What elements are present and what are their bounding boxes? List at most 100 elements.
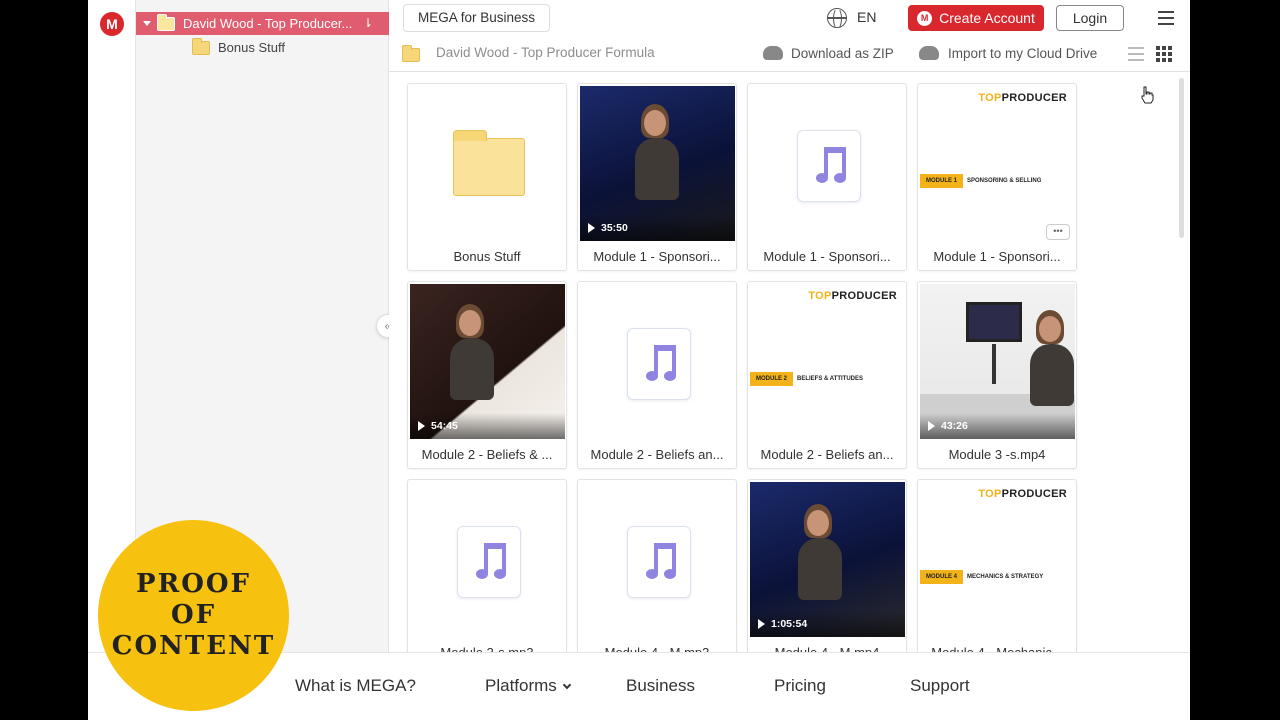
duration-label: 35:50: [588, 222, 628, 234]
module-tag: MODULE 1 SPONSORING & SELLING: [920, 174, 1041, 188]
create-account-label: Create Account: [939, 10, 1035, 26]
tree-root-label: David Wood - Top Producer...: [183, 16, 353, 31]
file-name: Module 3 -s.mp4: [948, 447, 1046, 462]
more-options-button[interactable]: •••: [1046, 224, 1070, 240]
badge-line-2: OF: [170, 600, 217, 630]
path-bar: David Wood - Top Producer Formula Downlo…: [389, 36, 1190, 72]
file-name: Bonus Stuff: [453, 249, 521, 264]
file-thumbnail: 1:05:45: [580, 482, 735, 637]
presenter-body: [1030, 344, 1074, 406]
file-card[interactable]: 35:45 Module 1 - Sponsori...: [747, 83, 907, 271]
current-folder-name: David Wood - Top Producer Formula: [436, 45, 655, 60]
nav-platforms-label: Platforms: [485, 676, 557, 695]
presenter-body: [450, 338, 494, 400]
hand-cursor-icon: [1141, 86, 1154, 104]
top-producer-logo: TOPPRODUCER: [978, 488, 1067, 500]
file-name: Module 1 - Sponsori...: [933, 249, 1061, 264]
nav-business[interactable]: Business: [626, 676, 695, 696]
file-card[interactable]: TOPPRODUCER MODULE 2 BELIEFS & ATTITUDES Mo…: [747, 281, 907, 469]
file-card[interactable]: TOPPRODUCER MODULE 4MECHANICS & STRATEGY M…: [917, 479, 1077, 652]
presenter-head: [644, 110, 666, 136]
proof-of-content-badge: PROOF OF CONTENT: [98, 520, 289, 711]
duration-label: 35:45: [758, 222, 798, 234]
tree-item-label: Bonus Stuff: [218, 40, 285, 55]
tree-root-folder[interactable]: David Wood - Top Producer... ⇂: [136, 12, 389, 35]
file-card[interactable]: 1:05:45 Module 4 - M.mp3: [577, 479, 737, 652]
sort-icon[interactable]: ⇂: [363, 16, 377, 30]
file-thumbnail: TOPPRODUCER MODULE 2 BELIEFS & ATTITUDES: [750, 284, 905, 439]
badge-line-3: CONTENT: [111, 631, 276, 661]
login-button[interactable]: Login: [1056, 5, 1124, 31]
audio-file-icon: [457, 526, 521, 598]
hamburger-menu-icon[interactable]: [1158, 11, 1174, 25]
cloud-download-icon[interactable]: [763, 46, 783, 60]
file-grid: Bonus Stuff 35:50 Module 1 - Sponsori... 35…: [389, 72, 1190, 652]
screen-prop: [966, 302, 1022, 342]
presenter-head: [459, 310, 481, 336]
file-card[interactable]: 43:26 Module 3 -s.mp4: [917, 281, 1077, 469]
mega-logo-icon[interactable]: M: [100, 12, 124, 36]
duration-label: 1:05:45: [588, 618, 637, 630]
file-thumbnail: 35:50: [580, 86, 735, 241]
file-thumbnail: 35:45: [750, 86, 905, 241]
top-bar: MEGA for Business EN M Create Account Lo…: [389, 0, 1190, 36]
top-producer-logo: TOPPRODUCER: [978, 92, 1067, 104]
file-name: Module 4 - M.mp4: [756, 645, 898, 652]
download-zip-button[interactable]: Download as ZIP: [791, 46, 894, 61]
audio-file-icon: [627, 526, 691, 598]
audio-file-icon: [797, 130, 861, 202]
duration-label: 54:37: [588, 420, 628, 432]
file-card[interactable]: 35:50 Module 1 - Sponsori...: [577, 83, 737, 271]
music-note-icon: [644, 543, 678, 583]
file-thumbnail: 43:26: [920, 284, 1075, 439]
create-account-button[interactable]: M Create Account: [908, 5, 1044, 31]
file-card[interactable]: 43:20 Module 3-s.mp3: [407, 479, 567, 652]
list-view-icon[interactable]: [1128, 47, 1144, 61]
nav-platforms[interactable]: Platforms: [485, 676, 572, 696]
file-thumbnail: TOPPRODUCER MODULE 4 MECHANICS & STRATEGY: [920, 482, 1075, 637]
nav-pricing[interactable]: Pricing: [774, 676, 826, 696]
presenter-head: [807, 510, 829, 536]
presenter-body: [635, 138, 679, 200]
duration-label: 54:45: [418, 420, 458, 432]
tree-item-bonus-stuff[interactable]: Bonus Stuff: [184, 37, 285, 55]
nav-support[interactable]: Support: [910, 676, 970, 696]
file-name: Module 4 - Mechanic...: [926, 645, 1068, 652]
mega-for-business-button[interactable]: MEGA for Business: [403, 4, 551, 32]
cloud-upload-icon[interactable]: [919, 46, 939, 60]
file-thumbnail: 1:05:54: [750, 482, 905, 637]
module-tag: MODULE 2 BELIEFS & ATTITUDES: [750, 372, 863, 386]
music-note-icon: [814, 147, 848, 187]
language-selector[interactable]: EN: [857, 9, 876, 25]
globe-icon[interactable]: [827, 8, 847, 29]
presenter-head: [1039, 316, 1061, 342]
file-thumbnail: TOPPRODUCER MODULE 1 SPONSORING & SELLING •…: [920, 86, 1075, 241]
module-tag: MODULE 4 MECHANICS & STRATEGY: [920, 570, 1043, 584]
file-thumbnail: [410, 86, 565, 241]
audio-file-icon: [627, 328, 691, 400]
file-card[interactable]: 54:45 Module 2 - Beliefs & ...: [407, 281, 567, 469]
file-name: Module 4 - M.mp3: [586, 645, 728, 652]
file-name: Module 2 - Beliefs an...: [590, 447, 724, 462]
stand-prop: [992, 344, 996, 384]
file-name: Module 2 - Beliefs an...: [760, 447, 894, 462]
file-card[interactable]: 54:37 Module 2 - Beliefs an...: [577, 281, 737, 469]
folder-icon: [192, 37, 210, 55]
music-note-icon: [474, 543, 508, 583]
file-thumbnail: 43:20: [410, 482, 565, 637]
nav-what-is-mega[interactable]: What is MEGA?: [295, 676, 416, 696]
mega-logo-icon: M: [917, 10, 933, 26]
file-card[interactable]: TOPPRODUCER MODULE 1 SPONSORING & SELLING •…: [917, 83, 1077, 271]
file-card[interactable]: Bonus Stuff: [407, 83, 567, 271]
music-note-icon: [644, 345, 678, 385]
file-thumbnail: 54:37: [580, 284, 735, 439]
folder-icon: [157, 13, 175, 31]
grid-view-icon[interactable]: [1156, 46, 1172, 62]
folder-icon: [453, 130, 525, 196]
scrollbar[interactable]: [1179, 78, 1184, 238]
caret-down-icon[interactable]: [143, 21, 151, 26]
file-card[interactable]: 1:05:54 Module 4 - M.mp4: [747, 479, 907, 652]
file-thumbnail: 54:45: [410, 284, 565, 439]
import-cloud-drive-button[interactable]: Import to my Cloud Drive: [948, 46, 1097, 61]
duration-label: 43:26: [928, 420, 968, 432]
